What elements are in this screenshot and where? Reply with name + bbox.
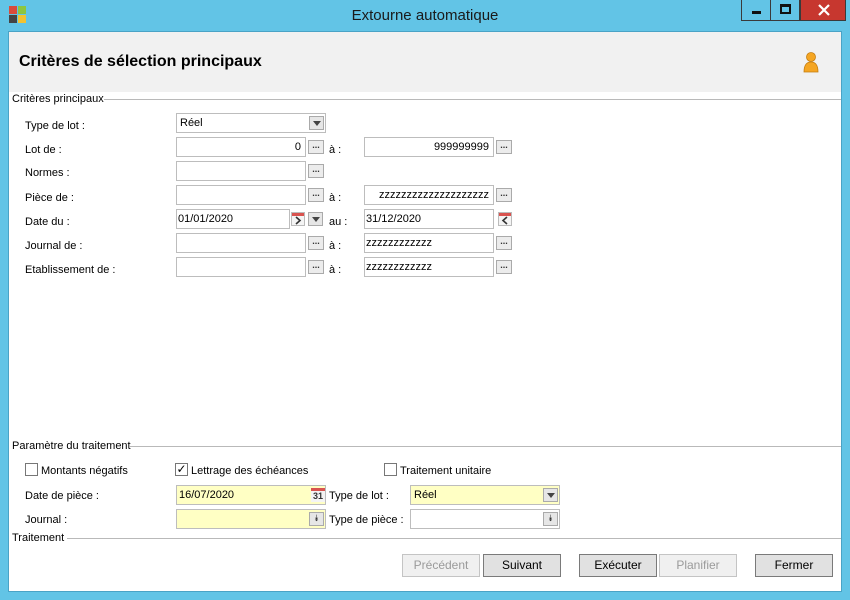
user-icon[interactable]	[801, 51, 821, 73]
lot-to-input[interactable]: 999999999	[364, 137, 494, 157]
group-label-principal: Critères principaux	[12, 93, 104, 105]
executer-button[interactable]: Exécuter	[579, 554, 657, 577]
param-journal-label: Journal :	[25, 514, 68, 526]
page-header: Critères de sélection principaux	[9, 32, 841, 92]
lot-from-label: Lot de :	[25, 144, 62, 156]
window-title: Extourne automatique	[351, 7, 499, 24]
date-to-label: au :	[329, 216, 348, 228]
group-label-parametres: Paramètre du traitement	[12, 440, 131, 452]
lettrage-label: Lettrage des échéances	[191, 465, 309, 477]
ellipsis-icon[interactable]: ...	[496, 236, 512, 250]
param-type-lot-label: Type de lot :	[329, 490, 389, 502]
date-from-value: 01/01/2020	[178, 213, 234, 225]
param-type-lot-value: Réel	[414, 489, 437, 501]
ellipsis-icon[interactable]: ...	[308, 260, 324, 274]
ellipsis-icon[interactable]: ...	[496, 260, 512, 274]
ellipsis-icon[interactable]: ...	[308, 140, 324, 154]
piece-from-input[interactable]	[176, 185, 306, 205]
title-bar[interactable]: Extourne automatique	[0, 0, 850, 30]
etablissement-from-input[interactable]	[176, 257, 306, 277]
date-from-label: Date du :	[25, 216, 70, 228]
precedent-button[interactable]: Précédent	[402, 554, 480, 577]
close-icon	[818, 4, 830, 16]
date-piece-input[interactable]: 16/07/2020 31	[176, 485, 326, 505]
param-type-lot-select[interactable]: Réel	[410, 485, 560, 505]
etablissement-to-value: zzzzzzzzzzzz	[366, 261, 432, 273]
date-from-input[interactable]: 01/01/2020	[176, 209, 290, 229]
lot-from-value: 0	[294, 141, 301, 153]
fermer-button[interactable]: Fermer	[755, 554, 833, 577]
double-chevron-down-icon[interactable]: ⯯	[543, 512, 558, 526]
group-divider	[130, 446, 841, 447]
piece-to-value: zzzzzzzzzzzzzzzzzzzz	[379, 189, 489, 201]
lot-to-label: à :	[329, 144, 342, 156]
close-button[interactable]	[800, 0, 846, 21]
minimize-icon	[752, 11, 761, 14]
lettrage-checkbox[interactable]: ✓	[175, 463, 188, 476]
date-to-input[interactable]: 31/12/2020	[364, 209, 494, 229]
calendar-forward-icon[interactable]	[291, 212, 305, 226]
etablissement-to-input[interactable]: zzzzzzzzzzzz	[364, 257, 494, 277]
ellipsis-icon[interactable]: ...	[308, 164, 324, 178]
journal-to-label: à :	[329, 240, 342, 252]
piece-to-input[interactable]: zzzzzzzzzzzzzzzzzzzz	[364, 185, 494, 205]
journal-from-label: Journal de :	[25, 240, 83, 252]
chevron-down-icon[interactable]	[308, 212, 323, 226]
page-title: Critères de sélection principaux	[19, 53, 262, 70]
ellipsis-icon[interactable]: ...	[496, 188, 512, 202]
suivant-button[interactable]: Suivant	[483, 554, 561, 577]
lot-to-value: 999999999	[433, 141, 489, 153]
ellipsis-icon[interactable]: ...	[308, 188, 324, 202]
maximize-icon	[780, 4, 791, 14]
maximize-button[interactable]	[770, 0, 800, 21]
normes-input[interactable]	[176, 161, 306, 181]
double-chevron-down-icon[interactable]: ⯯	[309, 512, 324, 526]
lot-from-input[interactable]: 0	[176, 137, 306, 157]
calendar-icon[interactable]: 31	[311, 488, 325, 502]
etablissement-to-label: à :	[329, 264, 342, 276]
journal-to-value: zzzzzzzzzzzz	[366, 237, 432, 249]
client-area: Critères de sélection principaux Critère…	[8, 31, 842, 592]
normes-label: Normes :	[25, 167, 70, 179]
date-piece-label: Date de pièce :	[25, 490, 99, 502]
calendar-back-icon[interactable]	[498, 212, 512, 226]
type-piece-label: Type de pièce :	[329, 514, 404, 526]
planifier-button[interactable]: Planifier	[659, 554, 737, 577]
chevron-down-icon[interactable]	[309, 116, 324, 130]
journal-from-input[interactable]	[176, 233, 306, 253]
type-lot-select[interactable]: Réel	[176, 113, 326, 133]
chevron-down-icon[interactable]	[543, 488, 558, 502]
etablissement-from-label: Etablissement de :	[25, 264, 116, 276]
type-lot-value: Réel	[180, 117, 203, 129]
traitement-unitaire-label: Traitement unitaire	[400, 465, 492, 477]
group-label-traitement: Traitement	[12, 532, 65, 544]
type-piece-select[interactable]: ⯯	[410, 509, 560, 529]
group-divider	[67, 538, 841, 539]
piece-from-label: Pièce de :	[25, 192, 74, 204]
journal-to-input[interactable]: zzzzzzzzzzzz	[364, 233, 494, 253]
type-lot-label: Type de lot :	[25, 120, 85, 132]
ellipsis-icon[interactable]: ...	[496, 140, 512, 154]
piece-to-label: à :	[329, 192, 342, 204]
ellipsis-icon[interactable]: ...	[308, 236, 324, 250]
montants-negatifs-checkbox[interactable]	[25, 463, 38, 476]
montants-negatifs-label: Montants négatifs	[41, 465, 128, 477]
group-divider	[104, 99, 841, 100]
traitement-unitaire-checkbox[interactable]	[384, 463, 397, 476]
param-journal-select[interactable]: ⯯	[176, 509, 326, 529]
window: Extourne automatique Critères de sélecti…	[0, 0, 850, 600]
date-to-value: 31/12/2020	[366, 213, 422, 225]
minimize-button[interactable]	[741, 0, 771, 21]
date-piece-value: 16/07/2020	[179, 489, 235, 501]
